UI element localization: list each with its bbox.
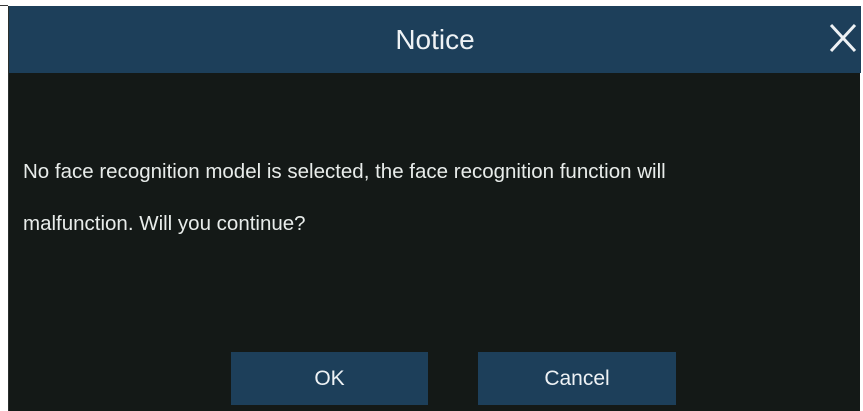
cancel-button[interactable]: Cancel bbox=[478, 352, 676, 405]
dialog-titlebar: Notice bbox=[9, 6, 861, 73]
message-line-1: No face recognition model is selected, t… bbox=[23, 160, 666, 183]
dialog-title: Notice bbox=[395, 24, 475, 55]
ok-button[interactable]: OK bbox=[231, 352, 428, 405]
close-icon bbox=[829, 23, 857, 53]
close-button[interactable] bbox=[827, 16, 861, 60]
message-line-2: malfunction. Will you continue? bbox=[23, 212, 306, 235]
divider bbox=[0, 5, 8, 6]
screen: Notice No face recognition model is sele… bbox=[0, 0, 863, 411]
dialog-message: No face recognition model is selected, t… bbox=[23, 146, 853, 250]
notice-dialog: Notice No face recognition model is sele… bbox=[8, 6, 861, 411]
